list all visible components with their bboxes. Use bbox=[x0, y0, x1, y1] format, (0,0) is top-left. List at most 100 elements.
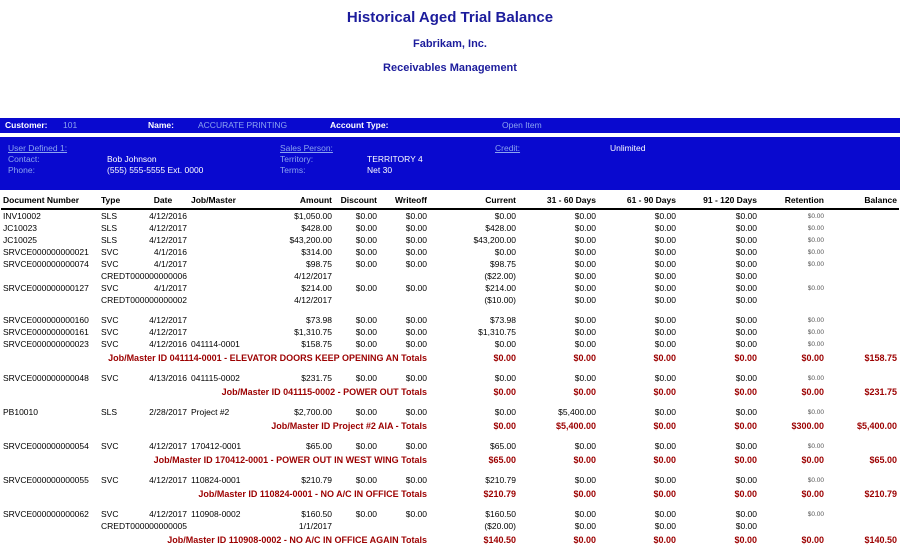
cell-writeoff: $0.00 bbox=[379, 338, 429, 350]
cell-61-90-days: $0.00 bbox=[598, 246, 678, 258]
cell-total-current: $0.00 bbox=[429, 384, 518, 398]
cell-total-61-90-days: $0.00 bbox=[598, 350, 678, 364]
cell-document-number: SRVCE000000000021 bbox=[1, 246, 99, 258]
report-page: Historical Aged Trial Balance Fabrikam, … bbox=[0, 0, 900, 554]
cell-discount bbox=[334, 294, 379, 306]
company-name: Fabrikam, Inc. bbox=[0, 38, 900, 50]
cell-job-master bbox=[189, 326, 281, 338]
cell-date: 4/12/2017 bbox=[137, 440, 189, 452]
cell-type: SVC bbox=[99, 338, 137, 350]
cell-31-60-days: $0.00 bbox=[518, 209, 598, 222]
cell-current: $98.75 bbox=[429, 258, 518, 270]
cell-91-120-days: $0.00 bbox=[678, 282, 759, 294]
cell-document-number: INV10002 bbox=[1, 209, 99, 222]
cell-61-90-days: $0.00 bbox=[598, 294, 678, 306]
cell-discount: $0.00 bbox=[334, 282, 379, 294]
column-header-discount: Discount bbox=[334, 193, 379, 209]
cell-retention: $0.00 bbox=[759, 234, 826, 246]
cell-91-120-days: $0.00 bbox=[678, 294, 759, 306]
spacer-row bbox=[1, 500, 899, 508]
cell-total-retention: $0.00 bbox=[759, 532, 826, 546]
cell-31-60-days: $0.00 bbox=[518, 234, 598, 246]
cell-retention: $0.00 bbox=[759, 258, 826, 270]
cell-retention: $0.00 bbox=[759, 326, 826, 338]
terms-value: Net 30 bbox=[367, 165, 392, 176]
terms-label: Terms: bbox=[280, 165, 306, 176]
document-row: SRVCE000000000021SVC4/1/2016$314.00$0.00… bbox=[1, 246, 899, 258]
document-row: JC10025SLS4/12/2017$43,200.00$0.00$0.00$… bbox=[1, 234, 899, 246]
cell-61-90-days: $0.00 bbox=[598, 440, 678, 452]
cell-31-60-days: $5,400.00 bbox=[518, 406, 598, 418]
user-defined-label: User Defined 1: bbox=[8, 143, 67, 154]
name-value: ACCURATE PRINTING bbox=[198, 120, 287, 131]
spacer-row bbox=[1, 466, 899, 474]
cell-date: 4/12/2017 bbox=[137, 326, 189, 338]
cell-date: 4/12/2017 bbox=[137, 222, 189, 234]
cell-credit-document: CREDT000000000006 bbox=[99, 270, 281, 282]
cell-balance bbox=[826, 222, 899, 234]
column-header-type: Type bbox=[99, 193, 137, 209]
cell-job-master bbox=[189, 209, 281, 222]
cell-type: SVC bbox=[99, 258, 137, 270]
cell-document-number: SRVCE000000000160 bbox=[1, 314, 99, 326]
cell-amount: $1,050.00 bbox=[281, 209, 334, 222]
cell-retention: $0.00 bbox=[759, 246, 826, 258]
job-master-total-row: Job/Master ID 110824-0001 - NO A/C IN OF… bbox=[1, 486, 899, 500]
cell-total-current: $0.00 bbox=[429, 350, 518, 364]
spacer-row bbox=[1, 306, 899, 314]
cell-writeoff: $0.00 bbox=[379, 406, 429, 418]
cell-amount: $210.79 bbox=[281, 474, 334, 486]
cell-61-90-days: $0.00 bbox=[598, 234, 678, 246]
cell-31-60-days: $0.00 bbox=[518, 222, 598, 234]
cell-total-31-60-days: $0.00 bbox=[518, 452, 598, 466]
cell-retention: $0.00 bbox=[759, 508, 826, 520]
cell-discount: $0.00 bbox=[334, 314, 379, 326]
cell-total-retention: $0.00 bbox=[759, 452, 826, 466]
cell-total-label: Job/Master ID 041114-0001 - ELEVATOR DOO… bbox=[1, 350, 429, 364]
column-header-document-number: Document Number bbox=[1, 193, 99, 209]
cell-current: ($22.00) bbox=[429, 270, 518, 282]
cell-type: SLS bbox=[99, 209, 137, 222]
cell-61-90-days: $0.00 bbox=[598, 270, 678, 282]
cell-job-master bbox=[189, 222, 281, 234]
cell-discount: $0.00 bbox=[334, 326, 379, 338]
column-header-amount: Amount bbox=[281, 193, 334, 209]
cell-current: $210.79 bbox=[429, 474, 518, 486]
cell-61-90-days: $0.00 bbox=[598, 406, 678, 418]
cell-total-91-120-days: $0.00 bbox=[678, 532, 759, 546]
report-title: Historical Aged Trial Balance bbox=[0, 9, 900, 26]
cell-31-60-days: $0.00 bbox=[518, 258, 598, 270]
cell-current: $1,310.75 bbox=[429, 326, 518, 338]
cell-amount: $314.00 bbox=[281, 246, 334, 258]
cell-discount: $0.00 bbox=[334, 474, 379, 486]
cell-document-number: SRVCE000000000062 bbox=[1, 508, 99, 520]
cell-31-60-days: $0.00 bbox=[518, 246, 598, 258]
cell-total-31-60-days: $5,400.00 bbox=[518, 418, 598, 432]
cell-document-number: SRVCE000000000161 bbox=[1, 326, 99, 338]
job-master-total-row: Job/Master ID 041115-0002 - POWER OUT To… bbox=[1, 384, 899, 398]
cell-balance bbox=[826, 520, 899, 532]
cell-empty bbox=[1, 520, 99, 532]
credit-value: Unlimited bbox=[610, 143, 645, 154]
cell-retention: $0.00 bbox=[759, 372, 826, 384]
cell-91-120-days: $0.00 bbox=[678, 246, 759, 258]
cell-balance bbox=[826, 234, 899, 246]
cell-balance bbox=[826, 258, 899, 270]
spacer-row bbox=[1, 398, 899, 406]
cell-discount bbox=[334, 520, 379, 532]
cell-document-number: SRVCE000000000127 bbox=[1, 282, 99, 294]
cell-total-61-90-days: $0.00 bbox=[598, 384, 678, 398]
cell-date: 4/12/2017 bbox=[137, 474, 189, 486]
cell-date: 4/1/2016 bbox=[137, 246, 189, 258]
document-row: SRVCE000000000160SVC4/12/2017$73.98$0.00… bbox=[1, 314, 899, 326]
cell-document-number: SRVCE000000000054 bbox=[1, 440, 99, 452]
cell-61-90-days: $0.00 bbox=[598, 520, 678, 532]
cell-amount: $428.00 bbox=[281, 222, 334, 234]
cell-total-91-120-days: $0.00 bbox=[678, 350, 759, 364]
document-row: SRVCE000000000055SVC4/12/2017110824-0001… bbox=[1, 474, 899, 486]
cell-type: SVC bbox=[99, 282, 137, 294]
cell-31-60-days: $0.00 bbox=[518, 440, 598, 452]
cell-balance bbox=[826, 474, 899, 486]
cell-61-90-days: $0.00 bbox=[598, 209, 678, 222]
cell-91-120-days: $0.00 bbox=[678, 508, 759, 520]
